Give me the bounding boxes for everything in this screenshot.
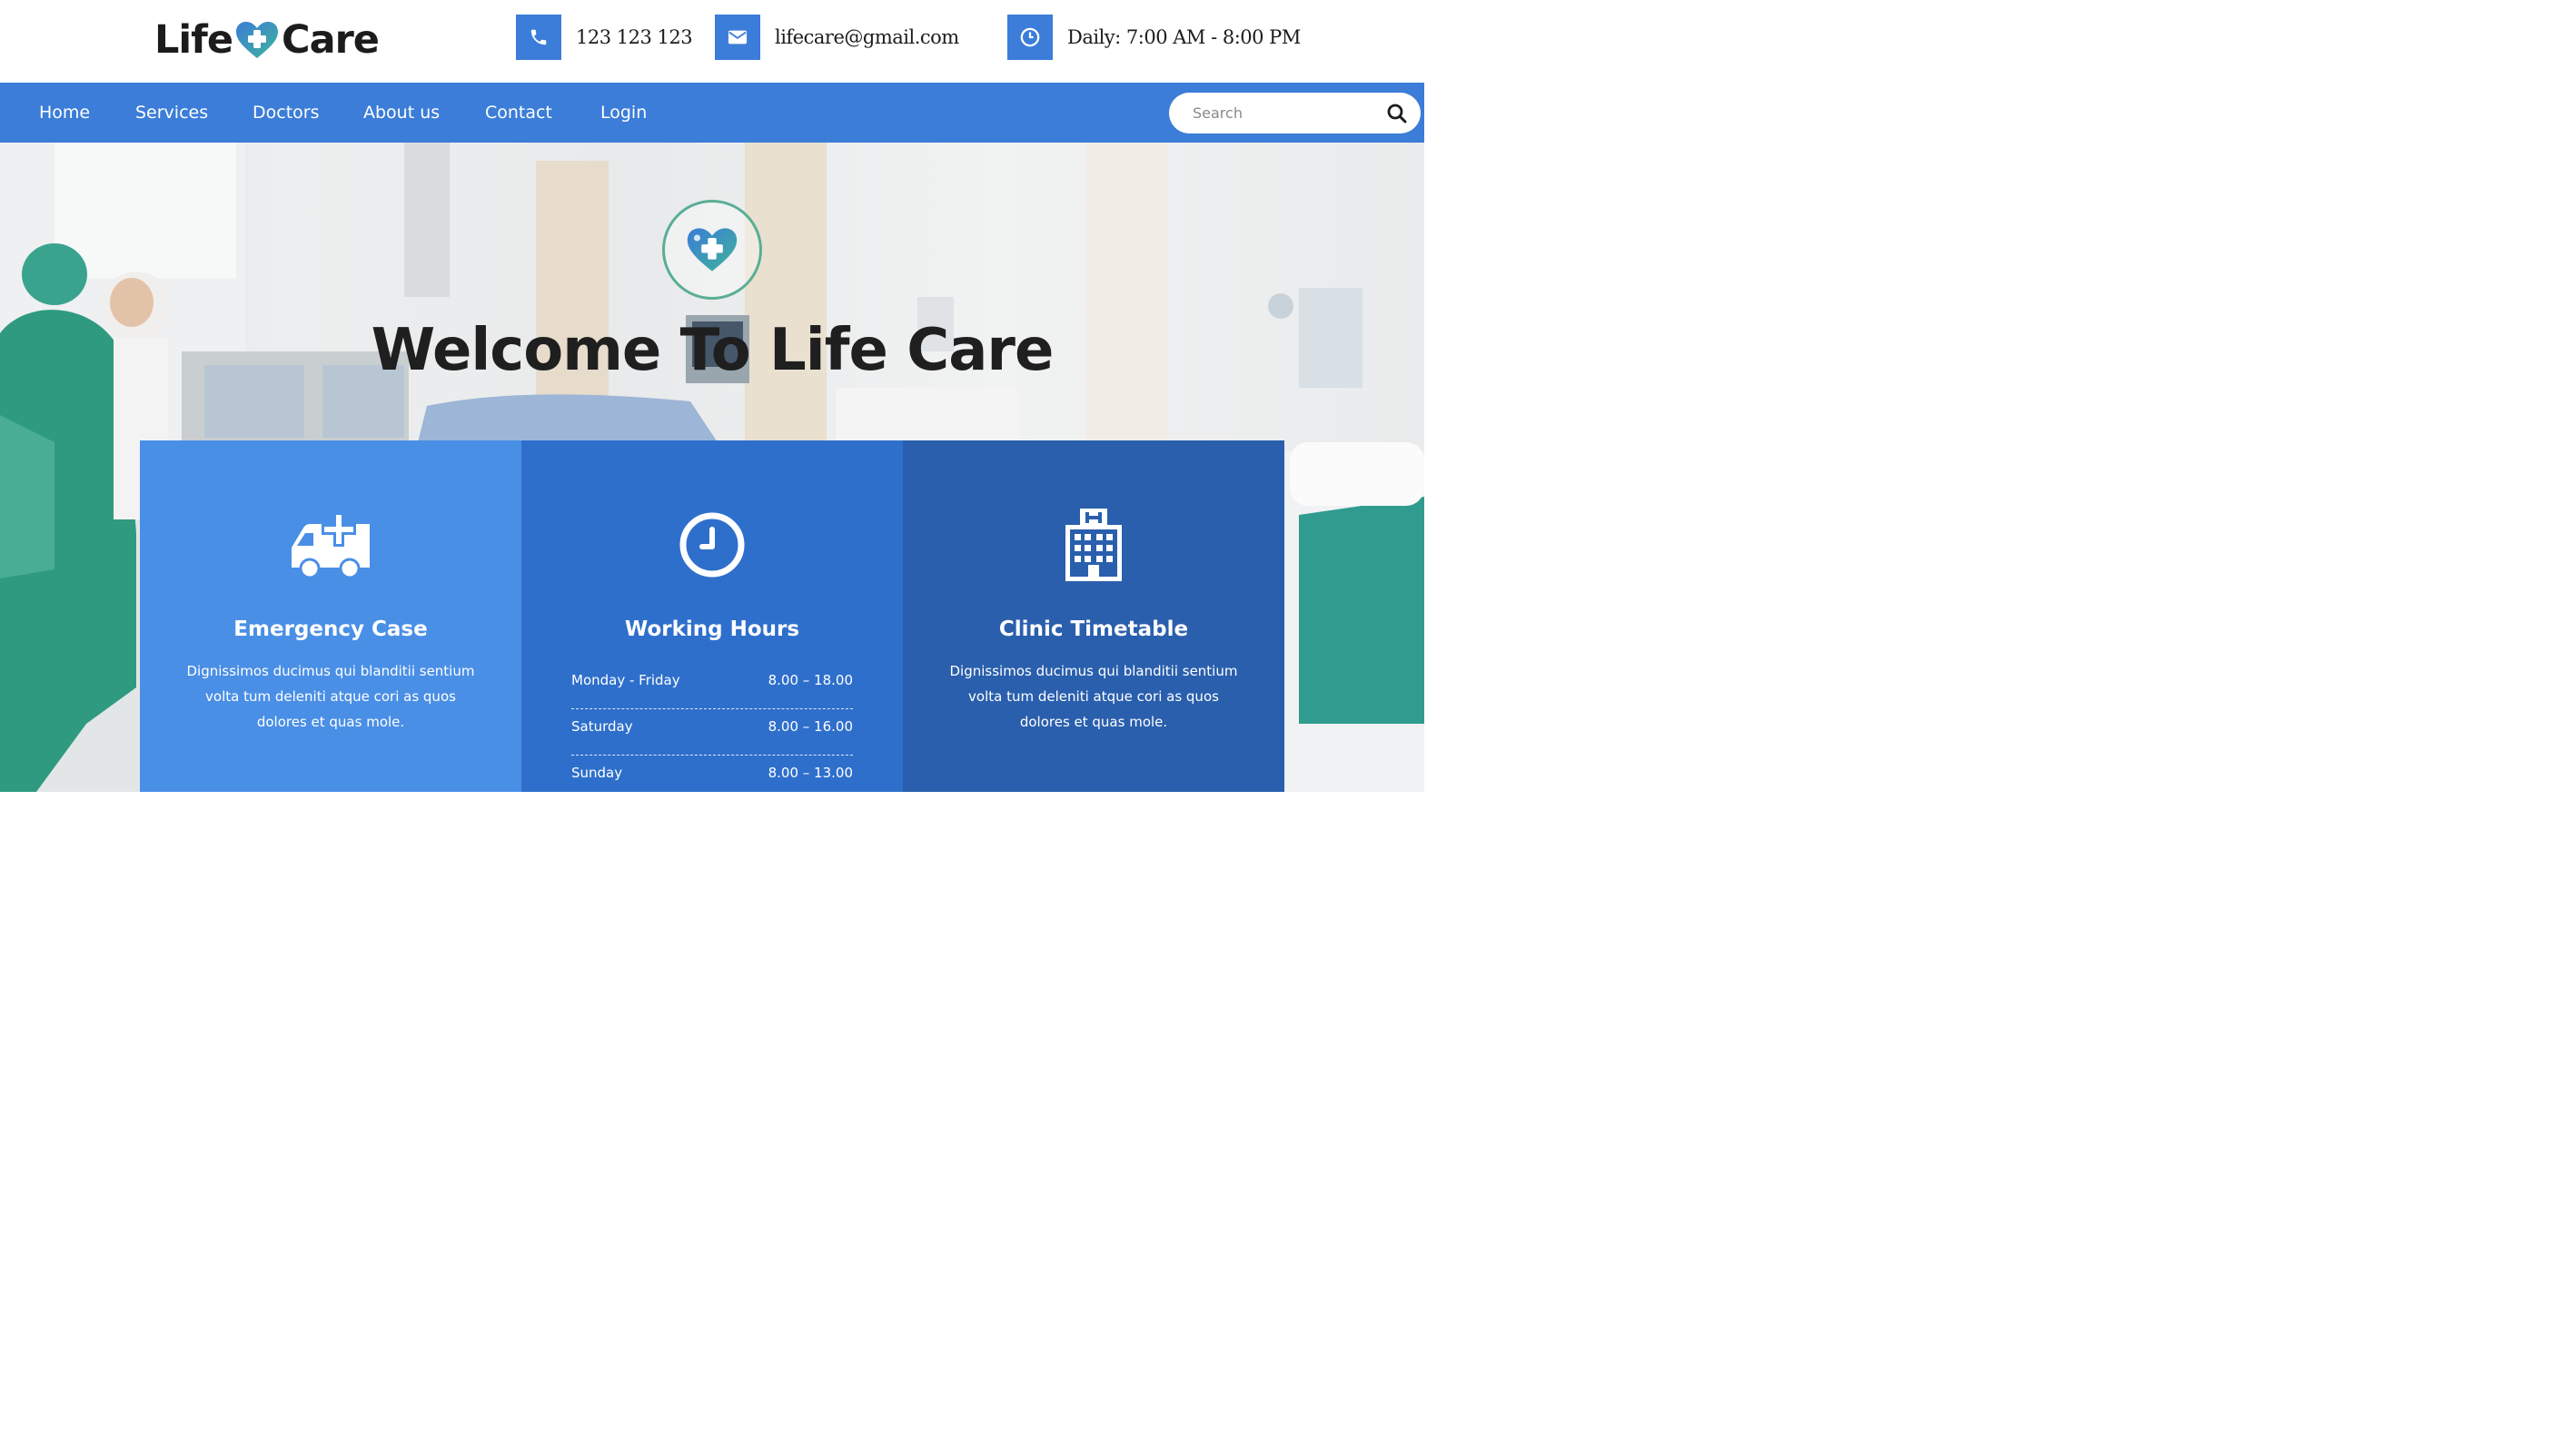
card-description: Dignissimos ducimus qui blanditii sentiu… xyxy=(186,663,475,730)
nav-about-us[interactable]: About us xyxy=(363,83,440,143)
hero-heart-badge xyxy=(662,200,762,300)
card-title: Emergency Case xyxy=(233,618,428,641)
clock-icon-box xyxy=(1007,15,1053,60)
hours-time: 8.00 – 16.00 xyxy=(768,718,853,735)
phone-info[interactable]: 123 123 123 xyxy=(516,15,693,60)
logo-text-care: Care xyxy=(282,17,380,63)
hours-row: Sunday 8.00 – 13.00 xyxy=(571,756,853,802)
heart-plus-icon xyxy=(236,22,279,58)
hours-info: Daily: 7:00 AM - 8:00 PM xyxy=(1007,15,1301,60)
card-clinic-timetable: Clinic Timetable Dignissimos ducimus qui… xyxy=(903,440,1284,792)
hours-list: Monday - Friday 8.00 – 18.00 Saturday 8.… xyxy=(571,663,853,802)
search-input[interactable] xyxy=(1193,93,1383,133)
search-icon[interactable] xyxy=(1386,103,1408,124)
card-emergency-case: Emergency Case Dignissimos ducimus qui b… xyxy=(140,440,521,792)
hero-title: Welcome To Life Care xyxy=(371,317,1055,384)
main-nav: Home Services Doctors About us Contact L… xyxy=(0,83,1424,143)
phone-number: 123 123 123 xyxy=(576,26,693,48)
card-icon-wrap xyxy=(521,504,903,586)
nav-home[interactable]: Home xyxy=(39,83,90,143)
ambulance-icon xyxy=(292,512,370,578)
card-icon-wrap xyxy=(903,504,1284,586)
phone-icon xyxy=(530,29,547,45)
search-box xyxy=(1169,93,1421,133)
hospital-icon xyxy=(1065,509,1122,581)
card-description: Dignissimos ducimus qui blanditii sentiu… xyxy=(949,663,1238,730)
hours-row: Saturday 8.00 – 16.00 xyxy=(571,709,853,756)
hours-time: 8.00 – 18.00 xyxy=(768,672,853,688)
hours-time: 8.00 – 13.00 xyxy=(768,765,853,781)
email-info[interactable]: lifecare@gmail.com xyxy=(715,15,959,60)
nav-doctors[interactable]: Doctors xyxy=(253,83,320,143)
heart-plus-icon xyxy=(687,228,738,272)
card-icon-wrap xyxy=(140,504,521,586)
hours-day: Monday - Friday xyxy=(571,672,680,688)
nav-contact[interactable]: Contact xyxy=(485,83,552,143)
top-header: Life Care 123 123 123 lifecare@gmail.com… xyxy=(0,0,1424,83)
hours-day: Sunday xyxy=(571,765,623,781)
nav-login[interactable]: Login xyxy=(600,83,647,143)
envelope-icon xyxy=(728,30,748,44)
card-title: Clinic Timetable xyxy=(998,618,1189,641)
clock-icon xyxy=(1020,27,1040,47)
logo-text-life: Life xyxy=(154,17,233,63)
hours-day: Saturday xyxy=(571,718,633,735)
email-address: lifecare@gmail.com xyxy=(775,26,959,48)
logo[interactable]: Life Care xyxy=(154,16,380,64)
email-icon-box xyxy=(715,15,760,60)
clock-icon xyxy=(679,512,745,578)
card-working-hours: Working Hours Monday - Friday 8.00 – 18.… xyxy=(521,440,903,792)
card-title: Working Hours xyxy=(624,618,800,641)
nav-services[interactable]: Services xyxy=(135,83,208,143)
hours-row: Monday - Friday 8.00 – 18.00 xyxy=(571,663,853,709)
opening-hours: Daily: 7:00 AM - 8:00 PM xyxy=(1067,26,1301,48)
phone-icon-box xyxy=(516,15,561,60)
